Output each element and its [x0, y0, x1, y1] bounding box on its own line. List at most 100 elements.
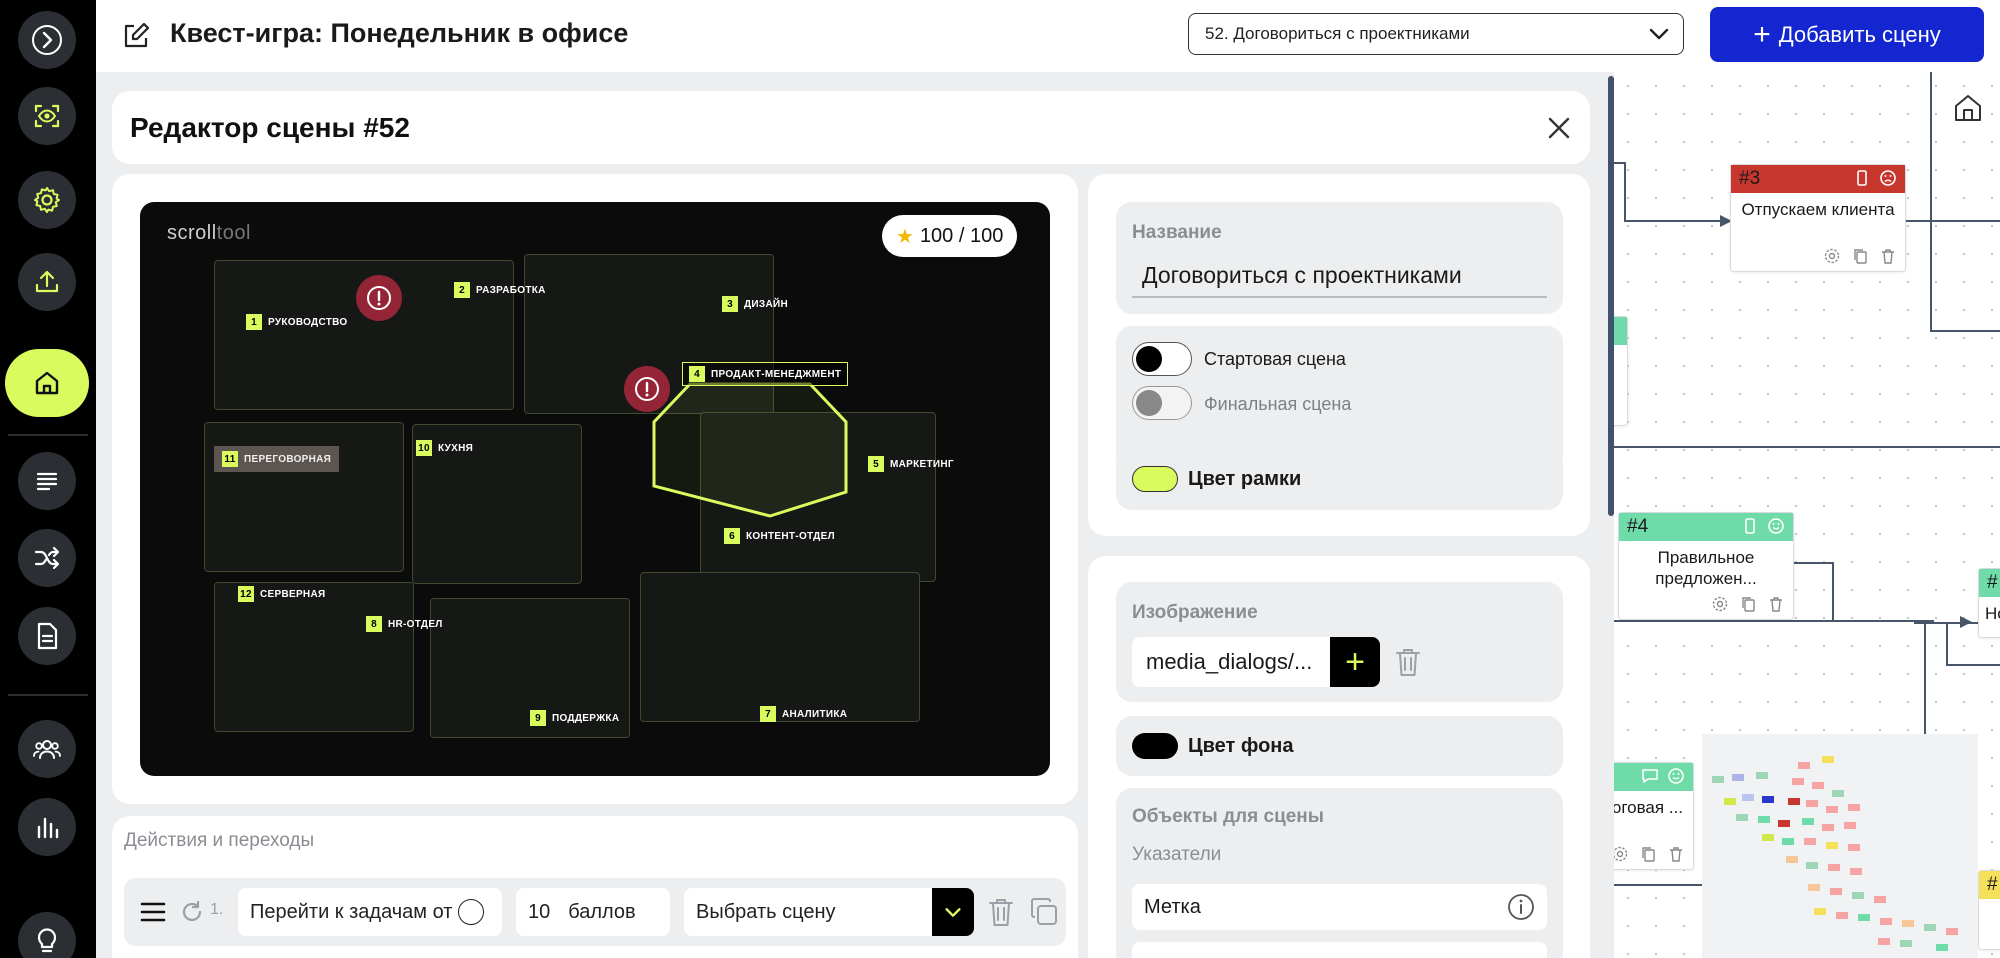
refresh-icon[interactable] [178, 898, 206, 926]
alert-marker[interactable] [356, 275, 402, 321]
texts-nav-button[interactable] [18, 452, 76, 510]
scene-image[interactable]: scrolltool ★ 100 / 100 1 РУКОВОДСТВО 2 РАЗ… [140, 202, 1050, 776]
room-label-selected[interactable]: 4 ПРОДАКТ-МЕНЕДЖМЕНТ [682, 362, 849, 386]
home-icon[interactable] [1952, 92, 1984, 124]
close-icon[interactable] [1544, 113, 1574, 143]
room-label[interactable]: 1 РУКОВОДСТВО [246, 314, 348, 330]
analytics-nav-button[interactable] [18, 798, 76, 856]
highlighted-room-outline [652, 382, 848, 518]
frame-color-swatch[interactable] [1132, 466, 1178, 492]
scene-node[interactable]: #4 Правильное предложен... [1618, 512, 1794, 620]
room-label[interactable]: 7 АНАЛИТИКА [760, 706, 847, 722]
copy-icon[interactable] [1639, 845, 1657, 863]
background-color-swatch[interactable] [1132, 733, 1178, 759]
logo-text-sub: tool [216, 222, 251, 244]
add-image-button[interactable]: + [1330, 637, 1380, 687]
room-label[interactable]: 9 ПОДДЕРЖКА [530, 710, 619, 726]
copy-icon[interactable] [1028, 896, 1060, 928]
chevron-down-icon [945, 908, 961, 917]
trash-icon[interactable] [986, 896, 1016, 928]
gear-icon[interactable] [1711, 595, 1729, 613]
plus-icon: + [1753, 17, 1771, 51]
scene-node-partial[interactable]: ...алоговая ... [1614, 762, 1694, 870]
minimap-node [1808, 884, 1820, 891]
edit-icon[interactable] [120, 20, 152, 52]
alert-marker[interactable] [624, 366, 670, 412]
minimap-node [1724, 798, 1736, 805]
flow-edge [1930, 330, 2000, 332]
toggle-knob [1136, 390, 1162, 416]
points-input[interactable]: 10 баллов [516, 888, 670, 936]
minimap-node [1742, 794, 1754, 801]
scene-node[interactable]: #3 Отпускаем клиента [1730, 164, 1906, 272]
scene-node-partial[interactable]: # [1978, 870, 2000, 950]
circle-toggle-icon[interactable] [458, 899, 485, 925]
settings-button[interactable] [18, 171, 76, 229]
scene-node-partial[interactable] [1614, 316, 1628, 426]
action-text-input[interactable]: Перейти к задачам от [238, 888, 502, 936]
add-scene-button[interactable]: + Добавить сцену [1710, 7, 1984, 62]
minimap-node [1850, 868, 1862, 875]
room-label[interactable]: 3 ДИЗАЙН [722, 296, 788, 312]
flow-edge [1930, 72, 1932, 332]
final-scene-label: Финальная сцена [1204, 394, 1352, 414]
upload-button[interactable] [18, 253, 76, 311]
trash-icon[interactable] [1394, 646, 1422, 678]
minimap-node [1732, 774, 1744, 781]
office-area [214, 582, 414, 732]
users-nav-button[interactable] [18, 720, 76, 778]
editor-scrollbar[interactable] [1608, 76, 1614, 516]
minimap-node [1806, 862, 1818, 869]
gear-icon[interactable] [1823, 247, 1841, 265]
minimap-node [1822, 756, 1834, 763]
copy-icon[interactable] [1851, 247, 1869, 265]
room-label[interactable]: 10 КУХНЯ [416, 440, 473, 456]
gear-icon[interactable] [1614, 845, 1629, 863]
collapse-sidebar-button[interactable] [18, 11, 76, 69]
scene-node-header: # [1979, 569, 2000, 597]
trash-icon[interactable] [1879, 247, 1897, 265]
target-scene-dropdown-button[interactable] [932, 888, 974, 936]
room-label[interactable]: 5 МАРКЕТИНГ [868, 456, 954, 472]
room-label[interactable]: 6 КОНТЕНТ-ОТДЕЛ [724, 528, 835, 544]
canvas-minimap[interactable] [1702, 734, 1978, 958]
users-icon [33, 740, 61, 759]
pointer-item[interactable]: Метка [1132, 884, 1547, 930]
trash-icon[interactable] [1767, 595, 1785, 613]
copy-icon[interactable] [1739, 595, 1757, 613]
image-path-input[interactable]: media_dialogs/... [1132, 637, 1330, 687]
room-label[interactable]: 12 СЕРВЕРНАЯ [238, 586, 325, 602]
points-value: 10 [528, 900, 551, 923]
target-scene-select[interactable]: Выбрать сцену [684, 888, 934, 936]
room-label[interactable]: 8 HR-ОТДЕЛ [366, 616, 443, 632]
room-number: 7 [760, 706, 776, 722]
chevron-down-icon [1649, 28, 1669, 40]
start-scene-label: Стартовая сцена [1204, 349, 1346, 369]
scene-select[interactable]: 52. Договориться с проектниками [1188, 13, 1684, 55]
action-row: 1. Перейти к задачам от 10 баллов Выбрат… [124, 878, 1066, 946]
home-nav-button[interactable] [5, 349, 89, 417]
minimap-node [1880, 918, 1892, 925]
drag-handle-icon[interactable] [140, 900, 166, 924]
actions-section-label: Действия и переходы [124, 830, 315, 851]
scene-objects-box: Объекты для сцены Указатели Метка [1116, 788, 1563, 958]
room-label[interactable]: 2 РАЗРАБОТКА [454, 282, 546, 298]
pointer-item[interactable] [1132, 942, 1547, 958]
minimap-node [1828, 864, 1840, 871]
room-name: РУКОВОДСТВО [268, 316, 348, 328]
transitions-nav-button[interactable] [18, 529, 76, 587]
scene-name-input[interactable]: Договориться с проектниками [1142, 262, 1462, 289]
preview-button[interactable] [18, 87, 76, 145]
trash-icon[interactable] [1667, 845, 1685, 863]
final-scene-toggle[interactable] [1132, 386, 1192, 420]
info-icon[interactable] [1507, 893, 1535, 921]
room-label[interactable]: 11 ПЕРЕГОВОРНАЯ [214, 446, 340, 472]
editor-header: Редактор сцены #52 [112, 91, 1590, 164]
score-badge: ★ 100 / 100 [882, 215, 1018, 257]
scene-node-partial[interactable]: # Но [1978, 568, 2000, 638]
exclamation-icon [635, 377, 659, 401]
documents-nav-button[interactable] [18, 607, 76, 665]
tips-nav-button[interactable] [18, 912, 76, 958]
room-name: ПРОДАКТ-МЕНЕДЖМЕНТ [711, 368, 842, 380]
start-scene-toggle[interactable] [1132, 342, 1192, 376]
